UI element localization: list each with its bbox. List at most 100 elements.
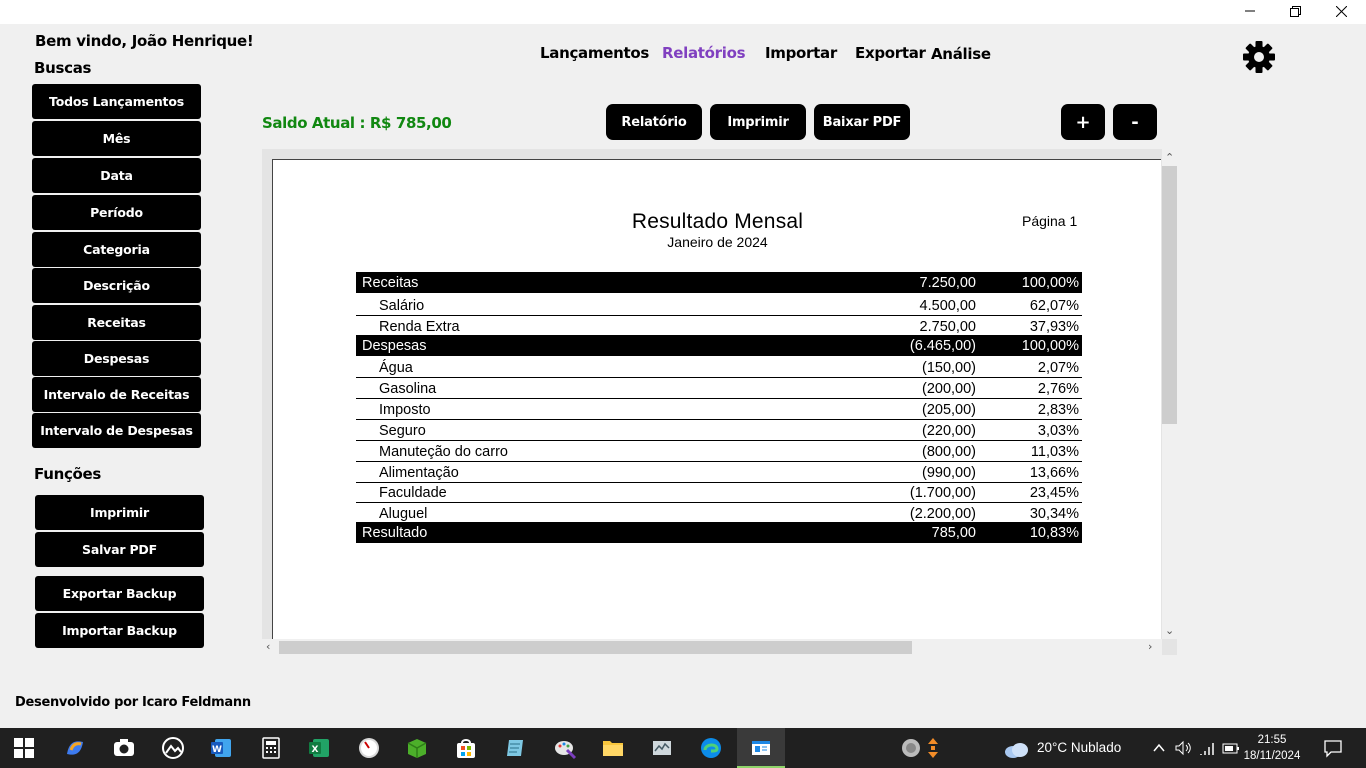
nav-relatorios[interactable]: Relatórios (662, 44, 746, 62)
horizontal-scroll-thumb[interactable] (279, 641, 912, 654)
active-app-icon[interactable] (749, 736, 773, 760)
notification-icon[interactable] (1323, 738, 1343, 758)
scroll-down-icon[interactable]: ⌄ (1165, 625, 1174, 636)
title-bar (0, 0, 1366, 24)
scroll-right-icon[interactable]: › (1148, 641, 1152, 652)
copilot-icon[interactable] (63, 736, 87, 760)
search-month-button[interactable]: Mês (32, 121, 201, 156)
steam-tray-icon[interactable] (900, 737, 922, 759)
report-row-manutencao: Manuteção do carro (800,00) 11,03% (356, 441, 1082, 462)
start-icon[interactable] (14, 738, 34, 758)
report-row-imposto: Imposto (205,00) 2,83% (356, 399, 1082, 420)
row-value: (6.465,00) (909, 338, 976, 354)
import-backup-button[interactable]: Importar Backup (35, 613, 204, 648)
taskbar-clock[interactable]: 21:55 18/11/2024 (1242, 732, 1302, 764)
row-value: 785,00 (931, 525, 976, 541)
chevron-up-icon[interactable] (1152, 741, 1166, 755)
file-explorer-icon[interactable] (601, 736, 625, 760)
row-value: (1.700,00) (909, 485, 976, 501)
search-period-button[interactable]: Período (32, 195, 201, 230)
wifi-icon[interactable] (1199, 739, 1217, 757)
current-balance: Saldo Atual : R$ 785,00 (262, 114, 452, 132)
row-value: (150,00) (921, 360, 976, 376)
gear-icon[interactable] (1242, 40, 1276, 74)
search-date-button[interactable]: Data (32, 158, 201, 193)
row-percent: 100,00% (1021, 275, 1079, 291)
minimize-button[interactable] (1227, 0, 1273, 22)
row-percent: 11,03% (1030, 444, 1079, 460)
row-percent: 2,76% (1037, 381, 1079, 397)
row-value: 4.500,00 (919, 298, 976, 314)
scroll-up-icon[interactable]: ⌃ (1165, 152, 1174, 163)
volume-icon[interactable] (1174, 739, 1192, 757)
report-page-number: Página 1 (1022, 213, 1078, 229)
excel-icon[interactable]: X (307, 736, 331, 760)
search-section-title: Buscas (34, 59, 92, 77)
clock-app-icon[interactable] (357, 736, 381, 760)
notepad-icon[interactable] (503, 736, 527, 760)
nav-lancamentos[interactable]: Lançamentos (540, 44, 649, 62)
print-button[interactable]: Imprimir (710, 104, 806, 140)
photos-icon[interactable] (161, 736, 185, 760)
report-subtitle: Janeiro de 2024 (667, 234, 768, 250)
search-expenses-button[interactable]: Despesas (32, 341, 201, 376)
battery-icon[interactable] (1222, 739, 1240, 757)
paint-icon[interactable] (553, 736, 577, 760)
nav-exportar[interactable]: Exportar (855, 44, 926, 62)
scroll-left-icon[interactable]: ‹ (266, 641, 270, 652)
report-row-seguro: Seguro (220,00) 3,03% (356, 420, 1082, 441)
row-label: Imposto (379, 402, 431, 418)
search-income-button[interactable]: Receitas (32, 305, 201, 340)
print-function-button[interactable]: Imprimir (35, 495, 204, 530)
search-all-entries-button[interactable]: Todos Lançamentos (32, 84, 201, 119)
row-value: (220,00) (921, 423, 976, 439)
report-page: Resultado Mensal Janeiro de 2024 Página … (272, 159, 1161, 639)
report-row-aluguel: Aluguel (2.200,00) 30,34% (356, 503, 1082, 524)
vertical-scroll-thumb[interactable] (1162, 166, 1177, 424)
row-label: Resultado (362, 525, 428, 541)
report-viewer: Resultado Mensal Janeiro de 2024 Página … (262, 149, 1177, 655)
download-pdf-button[interactable]: Baixar PDF (814, 104, 910, 140)
row-label: Renda Extra (379, 319, 460, 335)
report-row-agua: Água (150,00) 2,07% (356, 357, 1082, 378)
row-percent: 13,66% (1029, 465, 1079, 481)
search-description-button[interactable]: Descrição (32, 268, 201, 303)
camera-icon[interactable] (112, 736, 136, 760)
row-value: (990,00) (921, 465, 976, 481)
search-expense-range-button[interactable]: Intervalo de Despesas (32, 413, 201, 448)
row-label: Alimentação (379, 465, 459, 481)
row-value: (800,00) (921, 444, 976, 460)
svg-text:X: X (312, 745, 319, 755)
developer-credit: Desenvolvido por Icaro Feldmann (15, 695, 251, 710)
row-value: 7.250,00 (919, 275, 976, 291)
search-category-button[interactable]: Categoria (32, 232, 201, 267)
export-backup-button[interactable]: Exportar Backup (35, 576, 204, 611)
nav-importar[interactable]: Importar (765, 44, 837, 62)
row-label: Despesas (362, 338, 427, 354)
minecraft-icon[interactable] (405, 736, 429, 760)
zoom-in-button[interactable]: + (1061, 104, 1105, 140)
row-label: Gasolina (379, 381, 437, 397)
calculator-icon[interactable] (259, 736, 283, 760)
close-icon (1335, 5, 1347, 17)
restore-button[interactable] (1272, 0, 1318, 22)
word-icon[interactable]: W (209, 736, 233, 760)
report-row-alimentacao: Alimentação (990,00) 13,66% (356, 462, 1082, 483)
close-button[interactable] (1318, 0, 1364, 22)
row-value: (200,00) (921, 381, 976, 397)
search-income-range-button[interactable]: Intervalo de Receitas (32, 377, 201, 412)
nav-analise[interactable]: Análise (931, 45, 991, 63)
zoom-out-button[interactable]: - (1113, 104, 1157, 140)
weather-text[interactable]: 20°C Nublado (1037, 740, 1121, 755)
report-row-gasolina: Gasolina (200,00) 2,76% (356, 378, 1082, 399)
store-icon[interactable] (454, 736, 478, 760)
report-row-salario: Salário 4.500,00 62,07% (356, 295, 1082, 316)
report-button[interactable]: Relatório (606, 104, 702, 140)
edge-icon[interactable] (699, 736, 723, 760)
tray-app-icon[interactable] (926, 737, 940, 759)
row-label: Faculdade (379, 485, 447, 501)
save-pdf-button[interactable]: Salvar PDF (35, 532, 204, 567)
perfmon-icon[interactable] (650, 736, 674, 760)
row-label: Água (379, 360, 413, 376)
report-row-renda-extra: Renda Extra 2.750,00 37,93% (356, 316, 1082, 337)
